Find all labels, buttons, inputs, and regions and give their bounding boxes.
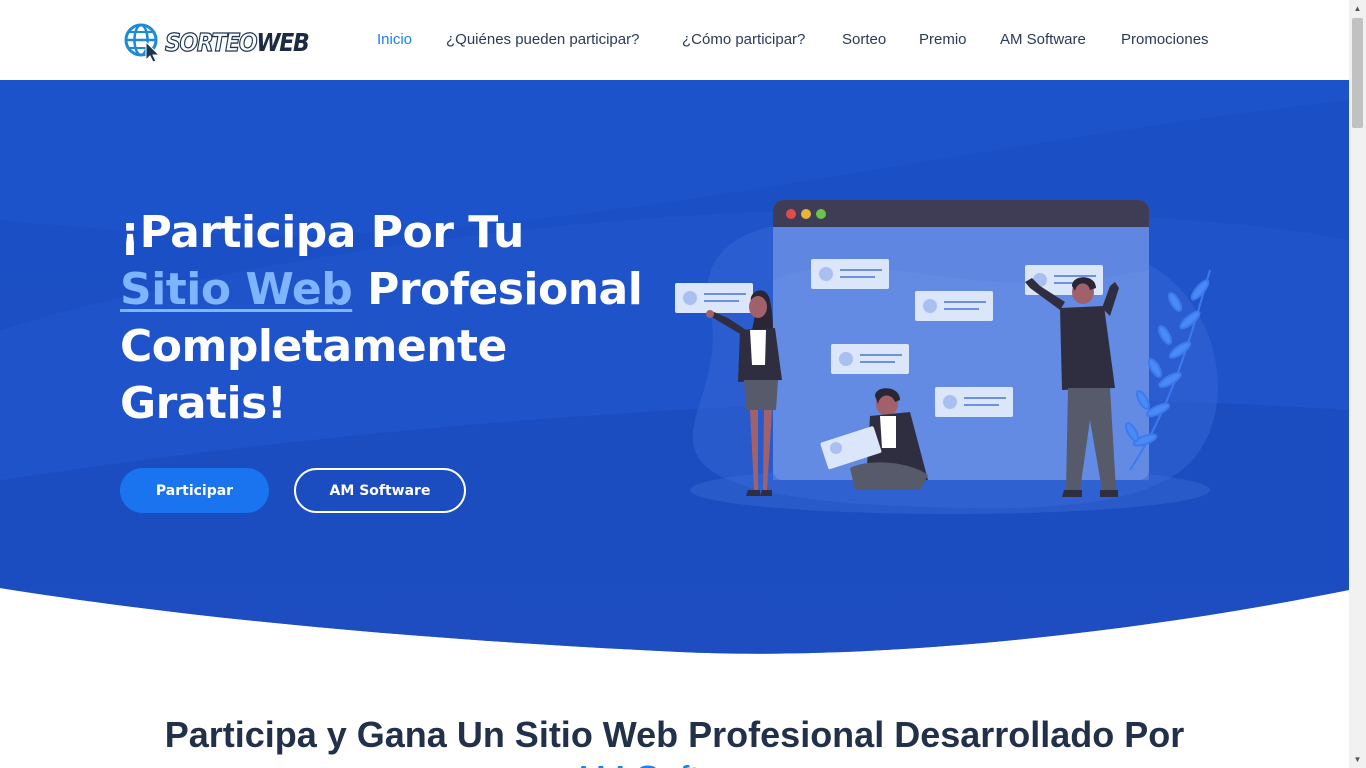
hero-title-line1: ¡Participa Por Tu xyxy=(120,207,524,258)
site-header: SORTEOWEB Inicio ¿Quiénes pueden partici… xyxy=(0,0,1349,80)
scrollbar-thumb[interactable] xyxy=(1352,18,1363,128)
hero-title: ¡Participa Por Tu Sitio Web Profesional … xyxy=(120,204,680,432)
nav-sorteo[interactable]: Sorteo xyxy=(842,31,886,49)
section-title: Participa y Gana Un Sitio Web Profesiona… xyxy=(164,714,1185,755)
window-maximize-dot xyxy=(816,209,826,219)
page-scrollbar[interactable]: ▲ ▼ xyxy=(1349,0,1366,768)
nav-promociones[interactable]: Promociones xyxy=(1121,31,1209,49)
participar-button[interactable]: Participar xyxy=(120,468,269,513)
nav-como-participar[interactable]: ¿Cómo participar? xyxy=(682,31,805,49)
nav-am-software[interactable]: AM Software xyxy=(1000,31,1086,49)
hero-section: ¡Participa Por Tu Sitio Web Profesional … xyxy=(0,80,1349,660)
scroll-up-arrow-icon[interactable]: ▲ xyxy=(1349,0,1366,17)
hero-illustration xyxy=(675,200,1218,514)
nav-quienes-pueden-participar[interactable]: ¿Quiénes pueden participar? xyxy=(446,31,639,49)
section-subtitle: AM Software xyxy=(0,756,1349,768)
window-minimize-dot xyxy=(801,209,811,219)
hero-title-line4: Gratis! xyxy=(120,378,287,429)
hero-title-highlight[interactable]: Sitio Web xyxy=(120,264,353,315)
am-software-button[interactable]: AM Software xyxy=(294,468,466,513)
main-nav: Inicio ¿Quiénes pueden participar? ¿Cómo… xyxy=(0,31,1349,51)
hero-title-line2: Profesional xyxy=(352,264,643,315)
hero-title-line3: Completamente xyxy=(120,321,507,372)
scroll-down-arrow-icon[interactable]: ▼ xyxy=(1349,751,1366,768)
nav-inicio[interactable]: Inicio xyxy=(377,31,412,49)
window-close-dot xyxy=(786,209,796,219)
nav-premio[interactable]: Premio xyxy=(919,31,967,49)
